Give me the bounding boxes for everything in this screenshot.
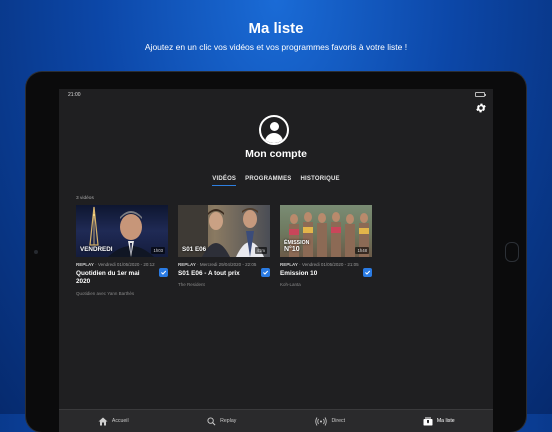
promo-title: Ma liste: [248, 20, 304, 37]
home-button: [505, 242, 519, 262]
video-subtitle: The Resident: [178, 282, 205, 288]
thumbnail-label-line-2: N°10: [284, 246, 300, 253]
thumbnail-label: VENDREDI: [80, 245, 113, 253]
content-tabs: VIDÉOS PROGRAMMES HISTORIQUE: [59, 176, 493, 186]
search-icon: [207, 416, 216, 425]
check-icon[interactable]: [159, 268, 168, 277]
video-card[interactable]: S01 E06 41m REPLAY · Mercredi 29/04/2020…: [178, 205, 270, 287]
video-title[interactable]: Quotidien du 1er mai 2020: [76, 270, 152, 287]
account-title: Mon compte: [245, 148, 307, 160]
tabbar-label: Accueil: [111, 418, 129, 424]
bookmark-icon: [423, 417, 433, 425]
video-thumbnail[interactable]: VENDREDI 1h03: [76, 205, 168, 257]
status-time: 21:00: [68, 92, 81, 98]
tabbar-label: Ma liste: [436, 418, 455, 424]
promo-subtitle: Ajoutez en un clic vos vidéos et vos pro…: [144, 42, 408, 52]
tabbar-label: Direct: [331, 418, 346, 424]
tab-videos[interactable]: VIDÉOS: [212, 176, 237, 186]
video-type: REPLAY: [76, 262, 94, 267]
camera-dot: [34, 250, 38, 254]
video-date: · Vendredi 01/05/2020 - 21:05: [297, 262, 359, 267]
video-thumbnail[interactable]: S01 E06 41m: [178, 205, 270, 257]
check-icon[interactable]: [363, 268, 372, 277]
app-screen: 21:00 Mon compte VIDÉOS PROGRAMMES HISTO…: [59, 89, 493, 432]
tabbar-item-direct[interactable]: Direct: [276, 410, 385, 432]
check-icon[interactable]: [261, 268, 270, 277]
broadcast-icon: [315, 416, 328, 426]
duration-badge: 1h48: [355, 247, 369, 254]
bottom-tab-bar: Accueil Replay Direct Ma liste: [59, 409, 493, 432]
video-type: REPLAY: [178, 262, 196, 267]
thumbnail-label: ÉMISSION N°10: [284, 240, 309, 253]
video-count: 3 vidéos: [76, 196, 94, 201]
tabbar-item-ma-liste[interactable]: Ma liste: [385, 410, 494, 432]
gear-icon[interactable]: [475, 101, 487, 113]
video-subtitle: Koh-Lanta: [280, 282, 301, 288]
video-date: · Vendredi 01/05/2020 - 20:12: [93, 262, 155, 267]
battery-icon: [475, 92, 486, 97]
video-title[interactable]: S01 E06 - A tout prix: [178, 270, 254, 278]
tabbar-item-accueil[interactable]: Accueil: [59, 410, 168, 432]
user-icon: [259, 115, 289, 145]
thumbnail-label: S01 E06: [182, 245, 207, 253]
duration-badge: 41m: [254, 247, 267, 254]
video-card[interactable]: VENDREDI 1h03 REPLAY · Vendredi 01/05/20…: [76, 205, 168, 296]
video-thumbnail[interactable]: ÉMISSION N°10 1h48: [280, 205, 372, 257]
video-title[interactable]: Emission 10: [280, 270, 356, 278]
tabbar-label: Replay: [220, 418, 237, 424]
tabbar-item-replay[interactable]: Replay: [168, 410, 277, 432]
video-card[interactable]: ÉMISSION N°10 1h48 REPLAY · Vendredi 01/…: [280, 205, 372, 287]
home-icon: [98, 417, 108, 425]
video-subtitle: Quotidien avec Yann Barthès: [76, 290, 135, 296]
tablet-frame: 21:00 Mon compte VIDÉOS PROGRAMMES HISTO…: [26, 72, 526, 432]
video-type: REPLAY: [280, 262, 298, 267]
video-date: · Mercredi 29/04/2020 - 22:05: [195, 262, 257, 267]
tab-programmes[interactable]: PROGRAMMES: [245, 176, 291, 186]
tab-historique[interactable]: HISTORIQUE: [300, 176, 339, 186]
duration-badge: 1h03: [151, 247, 165, 254]
